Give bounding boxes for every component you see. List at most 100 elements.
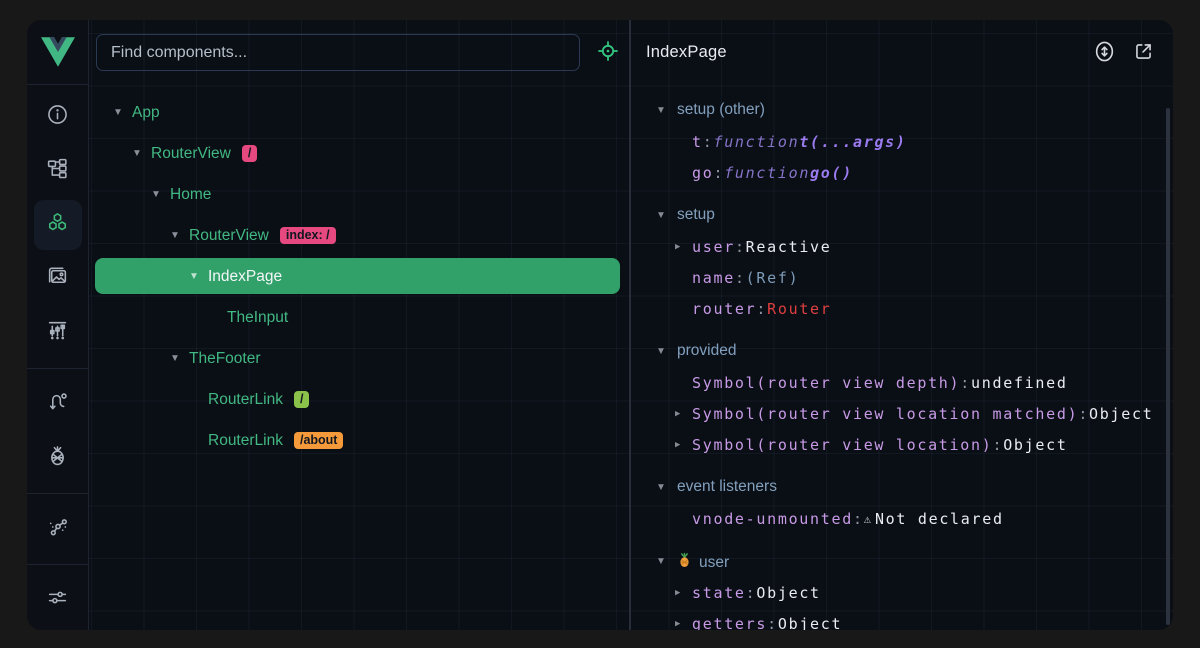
tree-row-routerlink[interactable]: RouterLink/about (89, 420, 629, 461)
selected-row-highlight (95, 258, 620, 294)
component-label: Home (170, 186, 211, 204)
caret-right-icon[interactable]: ▶ (675, 242, 692, 252)
caret-right-icon[interactable]: ▶ (675, 619, 692, 629)
section-header[interactable]: ▼setup (656, 199, 1173, 231)
sidebar-item-pinia[interactable] (34, 433, 82, 483)
component-label: RouterView (189, 227, 269, 245)
assets-icon (46, 265, 69, 293)
component-label: RouterLink (208, 391, 283, 409)
route-badge: index: / (280, 227, 336, 245)
graph-icon (46, 515, 69, 543)
tree-row-thefooter[interactable]: ▼TheFooter (89, 338, 629, 379)
state-value: Object (1003, 436, 1067, 454)
info-icon (46, 103, 69, 131)
state-value: Object (1089, 405, 1153, 423)
caret-down-icon[interactable]: ▼ (656, 105, 677, 116)
state-key: Symbol(router view location matched) (692, 405, 1078, 423)
state-row: go : function go() (675, 157, 1173, 188)
caret-right-icon[interactable]: ▶ (675, 588, 692, 598)
state-value: go() (810, 164, 853, 182)
tree-row-home[interactable]: ▼Home (89, 174, 629, 215)
inspector-title: IndexPage (646, 43, 727, 62)
sidebar-item-pages[interactable] (34, 146, 82, 196)
state-value: ⚠ (864, 512, 871, 526)
sidebar-item-overview[interactable] (34, 92, 82, 142)
caret-down-icon[interactable]: ▼ (656, 210, 677, 221)
sidebar-item-router[interactable] (34, 379, 82, 429)
key-value-separator: : (960, 374, 971, 392)
sidebar-item-components[interactable] (34, 200, 82, 250)
state-value: (Ref) (746, 269, 800, 287)
tree-row-routerview[interactable]: ▼RouterView index: / (89, 215, 629, 256)
scrollbar[interactable] (1166, 108, 1170, 625)
sidebar-item-settings[interactable] (34, 575, 82, 625)
state-row: t : function t(...args) (675, 126, 1173, 157)
inspector-header: IndexPage (631, 20, 1173, 85)
state-inspector-pane: IndexPage (631, 20, 1173, 630)
section-title: event listeners (677, 478, 777, 496)
search-input[interactable] (96, 34, 580, 71)
section-header[interactable]: ▼event listeners (656, 471, 1173, 503)
router-icon (46, 390, 69, 418)
timeline-icon (46, 319, 69, 347)
open-in-editor-icon (1133, 41, 1154, 65)
tree-row-routerview[interactable]: ▼RouterView/ (89, 133, 629, 174)
caret-down-icon[interactable]: ▼ (656, 556, 677, 567)
tree-row-theinput[interactable]: TheInput (89, 297, 629, 338)
section-header[interactable]: ▼user (656, 545, 1173, 577)
state-value: Not declared (875, 510, 1004, 528)
state-section: ▼setup▶user : Reactivename : (Ref)router… (656, 199, 1173, 324)
tree-row-app[interactable]: ▼App (89, 92, 629, 133)
component-label: IndexPage (208, 268, 282, 286)
scroll-to-component-button[interactable] (1092, 41, 1116, 65)
scroll-to-component-icon (1094, 40, 1115, 66)
caret-right-icon[interactable]: ▶ (675, 440, 692, 450)
state-key: t (692, 133, 703, 151)
state-key: go (692, 164, 713, 182)
caret-right-icon[interactable]: ▶ (675, 409, 692, 419)
tree-row-indexpage[interactable]: ▼IndexPage (89, 256, 629, 297)
state-row[interactable]: ▶Symbol(router view location matched) : … (675, 398, 1173, 429)
section-header[interactable]: ▼setup (other) (656, 94, 1173, 126)
state-value: function (713, 133, 799, 151)
state-key: vnode-unmounted (692, 510, 853, 528)
caret-down-icon[interactable]: ▼ (170, 353, 189, 364)
component-label: App (132, 104, 160, 122)
key-value-separator: : (735, 269, 746, 287)
sidebar-divider (27, 493, 88, 494)
sidebar-item-assets[interactable] (34, 254, 82, 304)
caret-down-icon[interactable]: ▼ (113, 107, 132, 118)
section-rows: Symbol(router view depth) : undefined▶Sy… (656, 367, 1173, 460)
state-key: Symbol(router view depth) (692, 374, 960, 392)
key-value-separator: : (992, 436, 1003, 454)
key-value-separator: : (735, 238, 746, 256)
caret-down-icon[interactable]: ▼ (656, 482, 677, 493)
state-key: user (692, 238, 735, 256)
section-header[interactable]: ▼provided (656, 335, 1173, 367)
state-section: ▼providedSymbol(router view depth) : und… (656, 335, 1173, 460)
state-value: function (724, 164, 810, 182)
components-icon (46, 211, 69, 239)
section-title: provided (677, 342, 736, 360)
state-row[interactable]: ▶getters : Object (675, 608, 1173, 630)
state-key: getters (692, 615, 767, 631)
component-label: RouterView (151, 145, 231, 163)
component-tree-pane: ▼App▼RouterView/▼Home▼RouterViewindex: /… (89, 20, 631, 630)
caret-down-icon[interactable]: ▼ (170, 230, 189, 241)
tree-toolbar (89, 20, 629, 85)
component-label: TheInput (227, 309, 288, 327)
component-picker-button[interactable] (593, 38, 623, 68)
state-row[interactable]: ▶state : Object (675, 577, 1173, 608)
caret-down-icon[interactable]: ▼ (132, 148, 151, 159)
caret-down-icon[interactable]: ▼ (656, 346, 677, 357)
caret-down-icon[interactable]: ▼ (151, 189, 170, 200)
key-value-separator: : (713, 164, 724, 182)
state-row: router : Router (675, 293, 1173, 324)
state-row[interactable]: ▶user : Reactive (675, 231, 1173, 262)
state-row[interactable]: ▶Symbol(router view location) : Object (675, 429, 1173, 460)
open-in-editor-button[interactable] (1131, 41, 1155, 65)
sidebar-item-graph[interactable] (34, 504, 82, 554)
sidebar-item-timeline[interactable] (34, 308, 82, 358)
caret-down-icon[interactable]: ▼ (189, 271, 208, 282)
tree-row-routerlink[interactable]: RouterLink/ (89, 379, 629, 420)
